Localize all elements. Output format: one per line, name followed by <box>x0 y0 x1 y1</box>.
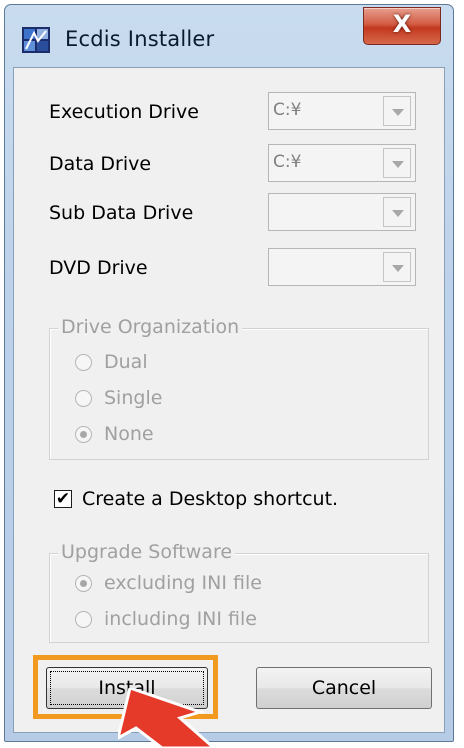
chevron-down-icon[interactable] <box>383 197 411 227</box>
chevron-down-icon[interactable] <box>383 252 411 282</box>
sub-data-drive-select[interactable] <box>268 193 416 231</box>
radio-single-circle[interactable] <box>75 389 92 407</box>
drive-organization-group: Drive Organization Dual Single None <box>49 316 429 460</box>
app-icon <box>22 27 50 53</box>
cancel-button-label: Cancel <box>311 677 377 699</box>
title-bar[interactable]: Ecdis Installer X <box>5 5 453 65</box>
radio-including-ini[interactable]: including INI file <box>75 608 257 630</box>
radio-none-label: None <box>104 423 154 445</box>
radio-including-ini-circle[interactable] <box>75 610 92 628</box>
upgrade-software-title: Upgrade Software <box>58 541 236 563</box>
radio-none-circle[interactable] <box>75 425 92 443</box>
sub-data-drive-label: Sub Data Drive <box>49 202 194 224</box>
radio-dual-circle[interactable] <box>75 353 92 371</box>
upgrade-software-group: Upgrade Software excluding INI file incl… <box>49 541 429 643</box>
execution-drive-value: C:¥ <box>273 100 302 120</box>
drive-organization-title: Drive Organization <box>58 316 243 338</box>
radio-including-ini-label: including INI file <box>104 608 257 630</box>
desktop-shortcut-checkbox[interactable]: ✔ <box>54 490 72 508</box>
cancel-button[interactable]: Cancel <box>256 667 432 709</box>
dvd-drive-label: DVD Drive <box>49 257 148 279</box>
radio-excluding-ini[interactable]: excluding INI file <box>75 572 262 594</box>
radio-excluding-ini-circle[interactable] <box>75 574 92 592</box>
dialog-body: Execution Drive C:¥ Data Drive C:¥ Sub D… <box>13 67 445 733</box>
close-button[interactable]: X <box>363 7 441 45</box>
data-drive-value: C:¥ <box>273 152 302 172</box>
radio-dual[interactable]: Dual <box>75 351 148 373</box>
radio-excluding-ini-label: excluding INI file <box>104 572 262 594</box>
red-arrow-pointer-icon <box>118 688 217 748</box>
execution-drive-label: Execution Drive <box>49 101 199 123</box>
data-drive-select[interactable]: C:¥ <box>268 144 416 182</box>
window-title: Ecdis Installer <box>65 27 215 51</box>
execution-drive-select[interactable]: C:¥ <box>268 92 416 130</box>
chevron-down-icon[interactable] <box>383 96 411 126</box>
installer-window: Ecdis Installer X Execution Drive C:¥ Da… <box>4 4 454 742</box>
chevron-down-icon[interactable] <box>383 148 411 178</box>
radio-single-label: Single <box>104 387 163 409</box>
desktop-shortcut-label: Create a Desktop shortcut. <box>82 488 339 510</box>
radio-none[interactable]: None <box>75 423 154 445</box>
radio-single[interactable]: Single <box>75 387 162 409</box>
data-drive-label: Data Drive <box>49 153 152 175</box>
dvd-drive-select[interactable] <box>268 248 416 286</box>
radio-dual-label: Dual <box>104 351 148 373</box>
desktop-shortcut-option[interactable]: ✔ Create a Desktop shortcut. <box>54 488 338 510</box>
close-icon: X <box>392 10 412 38</box>
